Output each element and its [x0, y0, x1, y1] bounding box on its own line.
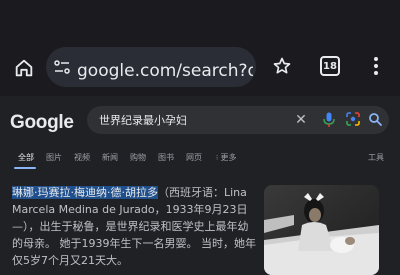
menu-dot [374, 64, 378, 68]
status-bar [0, 0, 400, 40]
camera-lens-icon[interactable] [346, 112, 360, 126]
home-button[interactable] [9, 53, 39, 83]
url-text[interactable]: google.com/search?q=世 [77, 56, 253, 81]
tab-more[interactable]: ⁝ 更多 [216, 152, 236, 163]
active-tab-indicator [14, 167, 36, 169]
tab-more-label: 更多 [220, 153, 237, 162]
highlighted-name[interactable]: 琳娜·玛赛拉·梅迪纳·德·胡拉多 [12, 186, 158, 199]
menu-dot [374, 57, 378, 61]
search-box[interactable]: 世界纪录最小孕妇 ✕ [87, 106, 389, 134]
tab-all[interactable]: 全部 [18, 152, 34, 163]
home-icon [15, 59, 33, 77]
tab-videos[interactable]: 视频 [74, 152, 90, 163]
search-icon[interactable] [368, 112, 382, 126]
more-vert-icon[interactable] [368, 54, 384, 78]
tab-web[interactable]: 网页 [186, 152, 202, 163]
star-icon [273, 57, 291, 74]
tools-button[interactable]: 工具 [368, 152, 384, 163]
tab-news[interactable]: 新闻 [102, 152, 118, 163]
tab-images[interactable]: 图片 [46, 152, 62, 163]
result-photo[interactable] [264, 185, 379, 275]
tab-books[interactable]: 图书 [158, 152, 174, 163]
browser-toolbar: google.com/search?q=世 18 [0, 40, 400, 96]
tab-shopping[interactable]: 购物 [130, 152, 146, 163]
search-tabs: 全部 图片 视频 新闻 购物 图书 网页 ⁝ 更多 工具 [0, 148, 400, 170]
bookmark-button[interactable] [270, 54, 294, 78]
search-query[interactable]: 世界纪录最小孕妇 [99, 112, 187, 128]
close-icon[interactable]: ✕ [293, 111, 309, 129]
menu-dot [374, 71, 378, 75]
mic-icon[interactable] [323, 112, 335, 128]
tune-icon[interactable] [54, 59, 70, 75]
photo-image [264, 185, 379, 275]
search-results-page: Google 世界纪录最小孕妇 ✕ 全部 图片 视频 新闻 购物 图书 网页 ⁝… [0, 96, 400, 275]
google-logo[interactable]: Google [10, 112, 74, 134]
tab-switcher-button[interactable]: 18 [320, 56, 340, 76]
result-snippet: 琳娜·玛赛拉·梅迪纳·德·胡拉多（西班牙语：Lina Marcela Medin… [12, 184, 256, 269]
address-bar[interactable]: google.com/search?q=世 [46, 47, 256, 87]
